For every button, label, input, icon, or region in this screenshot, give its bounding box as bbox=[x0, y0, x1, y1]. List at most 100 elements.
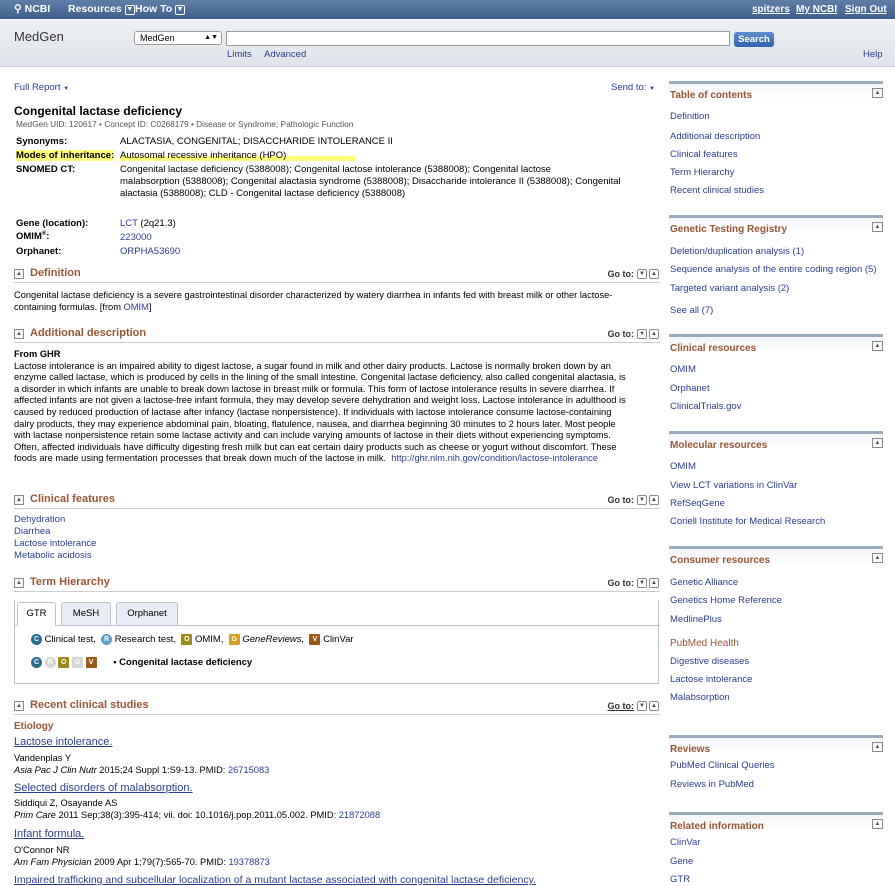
goto-up-icon[interactable]: ▲ bbox=[649, 495, 659, 505]
help-link[interactable]: Help bbox=[863, 49, 883, 60]
omim-link[interactable]: 223000 bbox=[120, 232, 152, 243]
pmid-link[interactable]: 21872088 bbox=[339, 810, 380, 820]
study-title-link[interactable]: Infant formula. bbox=[14, 828, 84, 840]
collapse-icon[interactable]: ▲ bbox=[872, 553, 883, 563]
consumer-resource-link[interactable]: MedlinePlus bbox=[670, 614, 722, 625]
goto-down-icon[interactable]: ▼ bbox=[637, 269, 647, 279]
collapse-icon[interactable]: ▲ bbox=[14, 269, 24, 279]
ghr-link[interactable]: http://ghr.nlm.nih.gov/condition/lactose… bbox=[391, 453, 598, 463]
legend-text: OMIM, bbox=[194, 634, 224, 646]
collapse-icon[interactable]: ▲ bbox=[872, 742, 883, 752]
molecular-resource-link[interactable]: View LCT variations in ClinVar bbox=[670, 480, 797, 491]
gtr-item[interactable]: Deletion/duplication analysis (1) bbox=[670, 246, 804, 257]
description-line: a disorder in which infants are unable t… bbox=[14, 383, 615, 394]
pubmed-health-link[interactable]: Digestive diseases bbox=[670, 656, 749, 667]
goto-down-icon[interactable]: ▼ bbox=[637, 701, 647, 711]
collapse-icon[interactable]: ▲ bbox=[14, 701, 24, 711]
collapse-icon[interactable]: ▲ bbox=[872, 341, 883, 351]
study-title-link[interactable]: Lactose intolerance. bbox=[14, 736, 112, 748]
omim-source-link[interactable]: OMIM bbox=[124, 302, 149, 312]
orphanet-link[interactable]: ORPHA53690 bbox=[120, 246, 180, 257]
clinical-feature-link[interactable]: Lactose intolerance bbox=[14, 538, 96, 549]
advanced-link[interactable]: Advanced bbox=[264, 49, 306, 60]
pubmed-health-link[interactable]: Lactose intolerance bbox=[670, 674, 752, 685]
related-link[interactable]: Gene bbox=[670, 856, 693, 867]
ncbi-logo[interactable]: ⚲ NCBI bbox=[14, 3, 50, 15]
gtr-item[interactable]: Targeted variant analysis (2) bbox=[670, 283, 789, 294]
toc-definition[interactable]: Definition bbox=[670, 111, 710, 122]
molecular-resource-link[interactable]: Coriell Institute for Medical Research bbox=[670, 516, 825, 527]
clinical-feature-link[interactable]: Diarrhea bbox=[14, 526, 50, 537]
goto-label: Go to: bbox=[607, 578, 635, 588]
ncbi-helix-icon: ⚲ bbox=[14, 3, 22, 15]
pubmed-health-link[interactable]: Malabsorption bbox=[670, 692, 730, 703]
box-header: Clinical resources ▲ bbox=[669, 334, 883, 355]
box-title: Molecular resources bbox=[670, 440, 768, 451]
toc-term[interactable]: Term Hierarchy bbox=[670, 167, 734, 178]
collapse-icon[interactable]: ▲ bbox=[872, 438, 883, 448]
related-link[interactable]: ClinVar bbox=[670, 837, 700, 848]
toc-additional[interactable]: Additional description bbox=[670, 131, 760, 142]
toc-clinical[interactable]: Clinical features bbox=[670, 149, 738, 160]
resources-menu[interactable]: Resources ▼ bbox=[68, 3, 135, 15]
goto-up-icon[interactable]: ▲ bbox=[649, 329, 659, 339]
username-link[interactable]: spitzers bbox=[752, 4, 790, 15]
box-header: Table of contents ▲ bbox=[669, 81, 883, 102]
limits-link[interactable]: Limits bbox=[227, 49, 252, 60]
tab-gtr[interactable]: GTR bbox=[17, 602, 56, 626]
clinical-resource-link[interactable]: OMIM bbox=[670, 364, 696, 375]
box-title: Clinical resources bbox=[670, 343, 757, 354]
goto-down-icon[interactable]: ▼ bbox=[637, 578, 647, 588]
box-header: Reviews ▲ bbox=[669, 735, 883, 756]
goto-up-icon[interactable]: ▲ bbox=[649, 578, 659, 588]
goto-up-icon[interactable]: ▲ bbox=[649, 701, 659, 711]
clinical-feature-link[interactable]: Dehydration bbox=[14, 514, 65, 525]
study-title-link[interactable]: Selected disorders of malabsorption. bbox=[14, 782, 193, 794]
tab-orphanet[interactable]: Orphanet bbox=[116, 602, 178, 625]
legend-text: Research test, bbox=[114, 634, 177, 646]
omim-icon[interactable]: O bbox=[58, 657, 70, 668]
gtr-item[interactable]: Sequence analysis of the entire coding r… bbox=[670, 264, 877, 275]
record-uid-line: MedGen UID: 120617 • Concept ID: C026817… bbox=[16, 119, 354, 129]
study-citation: Asia Pac J Clin Nutr 2015;24 Suppl 1:S9-… bbox=[14, 765, 270, 775]
collapse-icon[interactable]: ▲ bbox=[14, 495, 24, 505]
reviews-link[interactable]: Reviews in PubMed bbox=[670, 779, 754, 790]
related-link[interactable]: GTR bbox=[670, 874, 690, 885]
goto-down-icon[interactable]: ▼ bbox=[637, 495, 647, 505]
gene-link[interactable]: LCT bbox=[120, 218, 138, 229]
report-format-menu[interactable]: Full Report ▼ bbox=[14, 82, 69, 93]
collapse-icon[interactable]: ▲ bbox=[872, 88, 883, 98]
clinical-test-icon[interactable]: C bbox=[31, 657, 42, 668]
my-ncbi-link[interactable]: My NCBI bbox=[796, 4, 837, 15]
toc-recent[interactable]: Recent clinical studies bbox=[670, 185, 764, 196]
gtr-see-all[interactable]: See all (7) bbox=[670, 305, 713, 316]
collapse-icon[interactable]: ▲ bbox=[872, 819, 883, 829]
tab-mesh[interactable]: MeSH bbox=[61, 602, 111, 625]
consumer-resource-link[interactable]: Genetics Home Reference bbox=[670, 595, 782, 606]
howto-menu[interactable]: How To ▼ bbox=[135, 3, 186, 15]
goto-up-icon[interactable]: ▲ bbox=[649, 269, 659, 279]
clinvar-icon[interactable]: V bbox=[85, 657, 97, 668]
clinical-feature-link[interactable]: Metabolic acidosis bbox=[14, 550, 92, 561]
collapse-icon[interactable]: ▲ bbox=[14, 578, 24, 588]
database-select[interactable]: MedGen ▲▼ bbox=[134, 31, 222, 45]
search-button[interactable]: Search bbox=[734, 32, 774, 47]
pmid-link[interactable]: 26715083 bbox=[228, 765, 269, 775]
pmid-link[interactable]: 19378873 bbox=[228, 857, 269, 867]
legend-text: ClinVar bbox=[323, 634, 354, 646]
legend-text: GeneReviews, bbox=[242, 634, 305, 646]
collapse-icon[interactable]: ▲ bbox=[872, 222, 883, 232]
clinical-resource-link[interactable]: ClinicalTrials.gov bbox=[670, 401, 741, 412]
search-input[interactable] bbox=[226, 31, 730, 46]
synonyms-label: Synonyms: bbox=[16, 136, 68, 147]
consumer-resource-link[interactable]: Genetic Alliance bbox=[670, 577, 738, 588]
molecular-resource-link[interactable]: OMIM bbox=[670, 461, 696, 472]
sign-out-link[interactable]: Sign Out bbox=[845, 4, 887, 15]
study-title-link[interactable]: Impaired trafficking and subcellular loc… bbox=[14, 874, 536, 886]
goto-down-icon[interactable]: ▼ bbox=[637, 329, 647, 339]
reviews-link[interactable]: PubMed Clinical Queries bbox=[670, 760, 775, 771]
send-to-menu[interactable]: Send to: ▼ bbox=[611, 82, 655, 93]
molecular-resource-link[interactable]: RefSeqGene bbox=[670, 498, 725, 509]
clinical-resource-link[interactable]: Orphanet bbox=[670, 383, 710, 394]
collapse-icon[interactable]: ▲ bbox=[14, 329, 24, 339]
